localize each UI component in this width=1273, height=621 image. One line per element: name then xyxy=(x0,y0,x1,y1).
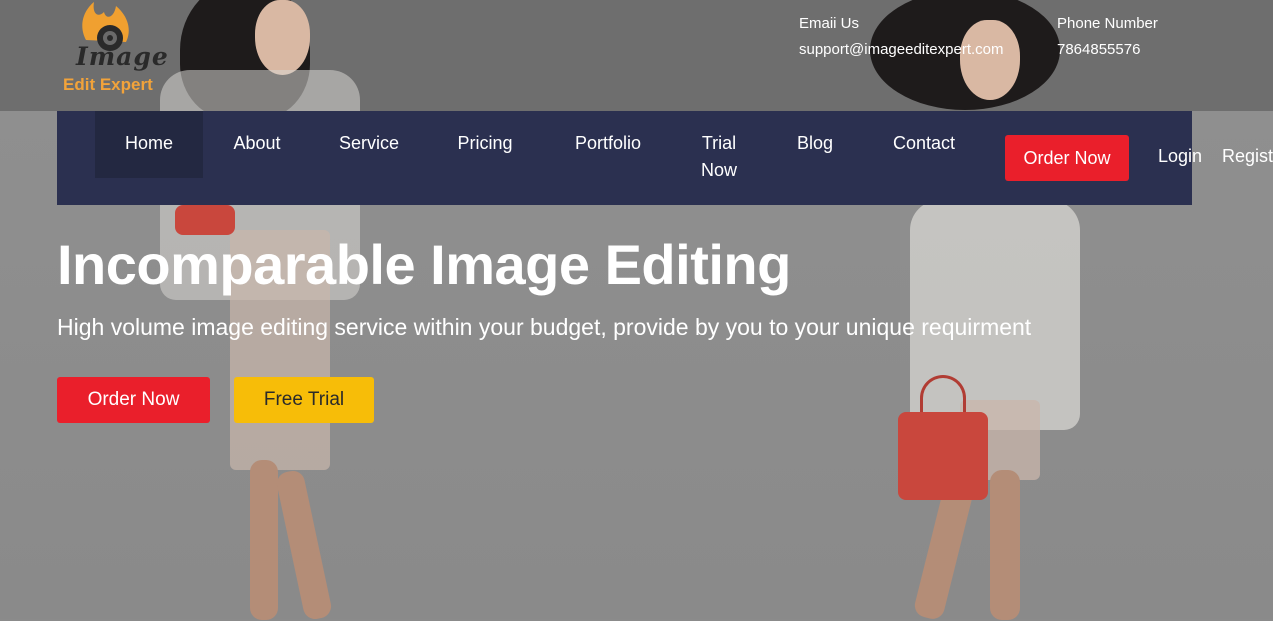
hero-free-trial-button[interactable]: Free Trial xyxy=(234,377,374,423)
nav-order-now-button[interactable]: Order Now xyxy=(1005,135,1129,181)
nav-service[interactable]: Service xyxy=(331,111,407,157)
brand-word-image: Image xyxy=(76,42,169,71)
hero-order-now-button[interactable]: Order Now xyxy=(57,377,210,423)
email-contact: Emaii Us support@imageeditexpert.com xyxy=(799,11,1004,63)
phone-label: Phone Number xyxy=(1057,15,1158,32)
hero-model-left xyxy=(150,0,370,621)
hero-subline: High volume image editing service within… xyxy=(57,314,1032,340)
hero-model-right xyxy=(860,0,1090,621)
nav-home-label: Home xyxy=(124,133,173,153)
login-link[interactable]: Login xyxy=(1158,146,1202,167)
register-link[interactable]: Regist xyxy=(1222,146,1273,167)
nav-service-label: Service xyxy=(338,133,400,153)
nav-pricing[interactable]: Pricing xyxy=(449,111,521,157)
email-link[interactable]: support@imageeditexpert.com xyxy=(799,37,1004,63)
nav-about-label: About xyxy=(233,133,281,153)
nav-about[interactable]: About xyxy=(222,111,292,157)
nav-blog[interactable]: Blog xyxy=(790,111,840,157)
brand-word-edit-expert: Edit Expert xyxy=(63,75,153,94)
nav-trial-now[interactable]: Trial Now xyxy=(696,111,742,184)
email-label: Emaii Us xyxy=(799,15,860,32)
nav-blog-label: Blog xyxy=(796,133,834,153)
phone-link[interactable]: 7864855576 xyxy=(1057,37,1158,63)
nav-pricing-label: Pricing xyxy=(457,133,513,153)
nav-home[interactable]: Home xyxy=(95,111,203,178)
hero-headline: Incomparable Image Editing xyxy=(57,233,791,296)
nav-trial-now-label: Trial Now xyxy=(700,133,737,180)
nav-portfolio[interactable]: Portfolio xyxy=(565,111,651,157)
brand-logo[interactable]: Image Edit Expert xyxy=(60,0,170,100)
nav-portfolio-label: Portfolio xyxy=(574,133,642,153)
nav-contact-label: Contact xyxy=(892,133,956,153)
nav-contact[interactable]: Contact xyxy=(886,111,962,157)
phone-contact: Phone Number 7864855576 xyxy=(1057,11,1158,63)
